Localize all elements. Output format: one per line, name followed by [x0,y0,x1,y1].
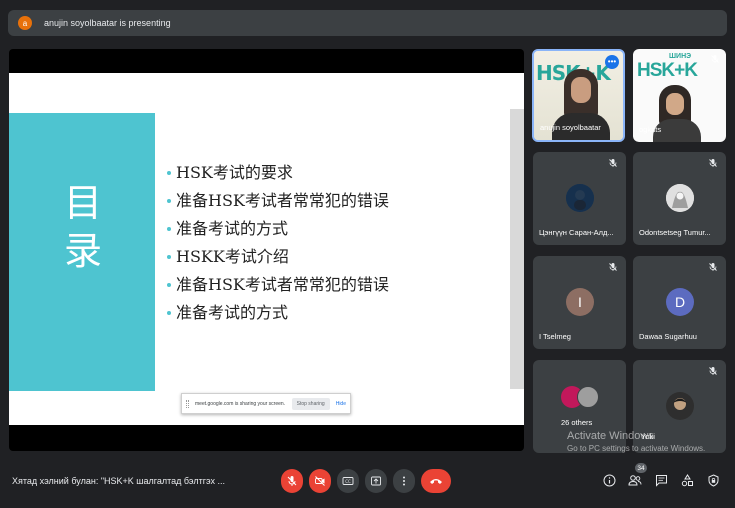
chat-icon [655,474,667,487]
mic-off-icon [709,159,717,167]
slide-title: 目录 [63,181,102,273]
participant-name: anujin soyolbaatar [540,123,601,132]
screen-share-bar: meet.google.com is sharing your screen. … [181,393,351,414]
participant-tile-presenter[interactable]: HSK+K ••• anujin soyolbaatar [532,49,625,142]
participant-tile-video[interactable]: ШИНЭ HSK+K ogkats [633,49,726,142]
presenter-avatar: a [18,16,32,30]
stop-sharing-button[interactable]: Stop sharing [291,397,330,410]
mic-off-icon [711,55,719,63]
present-button[interactable] [365,469,387,493]
mic-off-icon [609,159,617,167]
avatar [666,392,694,420]
present-screen-icon [371,476,381,486]
more-options-button[interactable] [393,469,415,493]
bullet-dot-icon [167,227,171,231]
captions-button[interactable]: CC [337,469,359,493]
mic-off-icon [709,367,717,375]
participant-tile[interactable]: I I Tselmeg [533,256,626,349]
participant-tile[interactable]: Цэнгүүн Саран-Алд... [533,152,626,245]
hang-up-icon [430,479,442,484]
presenting-text: anujin soyolbaatar is presenting [44,18,171,28]
participant-name: ogkats [639,125,662,134]
svg-text:CC: CC [345,479,351,484]
participant-name: I Tselmeg [539,332,571,341]
host-controls-button[interactable] [705,472,721,488]
info-icon [603,474,615,486]
drag-handle-icon[interactable] [186,399,189,408]
avatar [577,386,599,408]
bullet-dot-icon [167,171,171,175]
camera-toggle-button[interactable] [309,469,331,493]
bullet-dot-icon [167,311,171,315]
more-options-icon[interactable]: ••• [605,55,619,69]
people-icon [628,474,642,485]
bullet-dot-icon [167,199,171,203]
slide-bullet: 准备考试的方式 [167,215,389,243]
shield-lock-icon [708,473,718,487]
participant-name: Цэнгүүн Саран-Алд... [539,228,614,237]
camera-off-icon [315,476,325,486]
people-button[interactable] [627,472,643,488]
mic-off-icon [609,263,617,271]
participant-tile[interactable]: Odontsetseg Tumur... [633,152,726,245]
slide-bullet: 准备HSK考试者常常犯的错误 [167,271,389,299]
activities-icon [681,473,693,486]
activate-windows-watermark: Activate Windows Go to PC settings to ac… [567,430,706,453]
chat-button[interactable] [653,472,669,488]
avatar [566,184,594,212]
meeting-details-button[interactable] [601,472,617,488]
slide-bullet: HSKK考试介绍 [167,243,389,271]
avatar: D [666,288,694,316]
more-vert-icon [403,476,405,486]
slide-bullet: 准备HSK考试者常常犯的错误 [167,187,389,215]
presenting-banner: a anujin soyolbaatar is presenting [8,10,727,36]
meeting-title: Хятад хэлний булан: "HSK+K шалгалтад бэл… [12,476,225,486]
slide-bullet: 准备考试的方式 [167,299,389,327]
bullet-dot-icon [167,255,171,259]
captions-icon: CC [342,477,354,485]
activities-button[interactable] [679,472,695,488]
hide-button[interactable]: Hide [336,401,346,407]
meet-window: a anujin soyolbaatar is presenting 目录 HS… [0,0,735,508]
presentation-stage: 目录 HSK考试的要求 准备HSK考试者常常犯的错误 准备考试的方式 HSKK考… [9,49,524,451]
slide-bullet-list: HSK考试的要求 准备HSK考试者常常犯的错误 准备考试的方式 HSKK考试介绍… [167,159,389,327]
bullet-dot-icon [167,283,171,287]
participant-name: Odontsetseg Tumur... [639,228,711,237]
avatar: I [566,288,594,316]
others-count: 26 others [561,418,593,427]
leave-call-button[interactable] [421,469,451,493]
video-top-text: ШИНЭ [669,53,692,60]
slide-title-panel: 目录 [9,113,155,391]
mic-off-icon [287,476,297,486]
mic-toggle-button[interactable] [281,469,303,493]
share-message: meet.google.com is sharing your screen. [195,400,286,407]
video-banner-text: HSK+K [637,60,698,81]
slide-scrollbar[interactable] [510,109,524,389]
avatar [666,184,694,212]
mic-off-icon [709,263,717,271]
slide-bullet: HSK考试的要求 [167,159,389,187]
slide: 目录 HSK考试的要求 准备HSK考试者常常犯的错误 准备考试的方式 HSKK考… [9,73,524,425]
participant-tile[interactable]: D Dawaa Sugarhuu [633,256,726,349]
participant-name: Dawaa Sugarhuu [639,332,697,341]
participant-count-badge: 34 [635,463,647,473]
